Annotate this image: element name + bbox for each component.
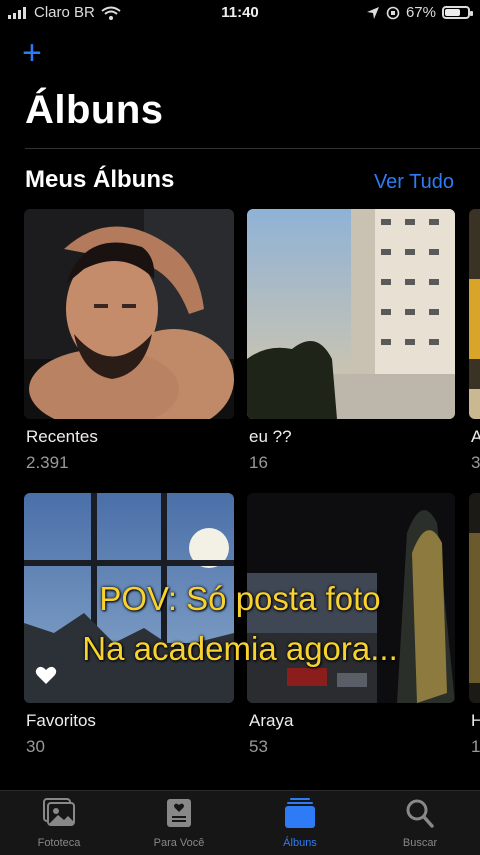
album-count: 2.391 (26, 453, 69, 472)
tab-bar: Fototeca Para Você Álbuns Buscar (0, 790, 480, 855)
album-thumbnail[interactable] (469, 209, 480, 419)
partial-photo (469, 209, 480, 419)
overlay-caption-line-1: POV: Só posta foto (99, 580, 381, 617)
location-icon (366, 6, 379, 19)
album-name: eu ?? (249, 427, 292, 446)
tab-para-voce[interactable]: Para Você (124, 797, 234, 849)
tab-label: Para Você (153, 837, 205, 849)
building-photo (247, 209, 455, 419)
search-icon (406, 799, 434, 828)
tab-label: Álbuns (283, 837, 317, 849)
overlay-caption-line-2: Na academia agora... (82, 630, 398, 667)
album-thumbnail[interactable] (24, 209, 234, 419)
orientation-lock-icon (386, 6, 400, 19)
tab-label: Buscar (402, 837, 438, 849)
photos-icon (43, 798, 75, 826)
album-count: 3 (471, 453, 480, 472)
album-name: H (471, 711, 480, 730)
battery-percent: 67% (405, 4, 436, 21)
album-name: A (471, 427, 480, 446)
album-thumbnail[interactable] (247, 209, 455, 419)
tab-label: Fototeca (37, 837, 81, 849)
album-count: 16 (249, 453, 268, 472)
album-count: 53 (249, 737, 268, 756)
status-bar: Claro BR 11:40 67% (0, 0, 480, 26)
add-album-button[interactable]: + (22, 36, 42, 70)
album-name: Recentes (26, 427, 98, 446)
album-count: 30 (26, 737, 45, 756)
tab-buscar[interactable]: Buscar (365, 797, 475, 849)
divider (25, 148, 480, 149)
album-name: Favoritos (26, 711, 96, 730)
selfie-photo (24, 209, 234, 419)
for-you-icon (167, 799, 191, 827)
battery-level (445, 9, 460, 16)
page-title: Álbuns (25, 88, 164, 132)
tab-fototeca[interactable]: Fototeca (4, 797, 114, 849)
battery-icon (442, 6, 473, 19)
album-name: Araya (249, 711, 294, 730)
albums-icon (285, 798, 315, 828)
tab-albuns[interactable]: Álbuns (245, 797, 355, 849)
see-all-link[interactable]: Ver Tudo (374, 171, 454, 194)
section-title: Meus Álbuns (25, 166, 175, 193)
album-count: 1 (471, 737, 480, 756)
